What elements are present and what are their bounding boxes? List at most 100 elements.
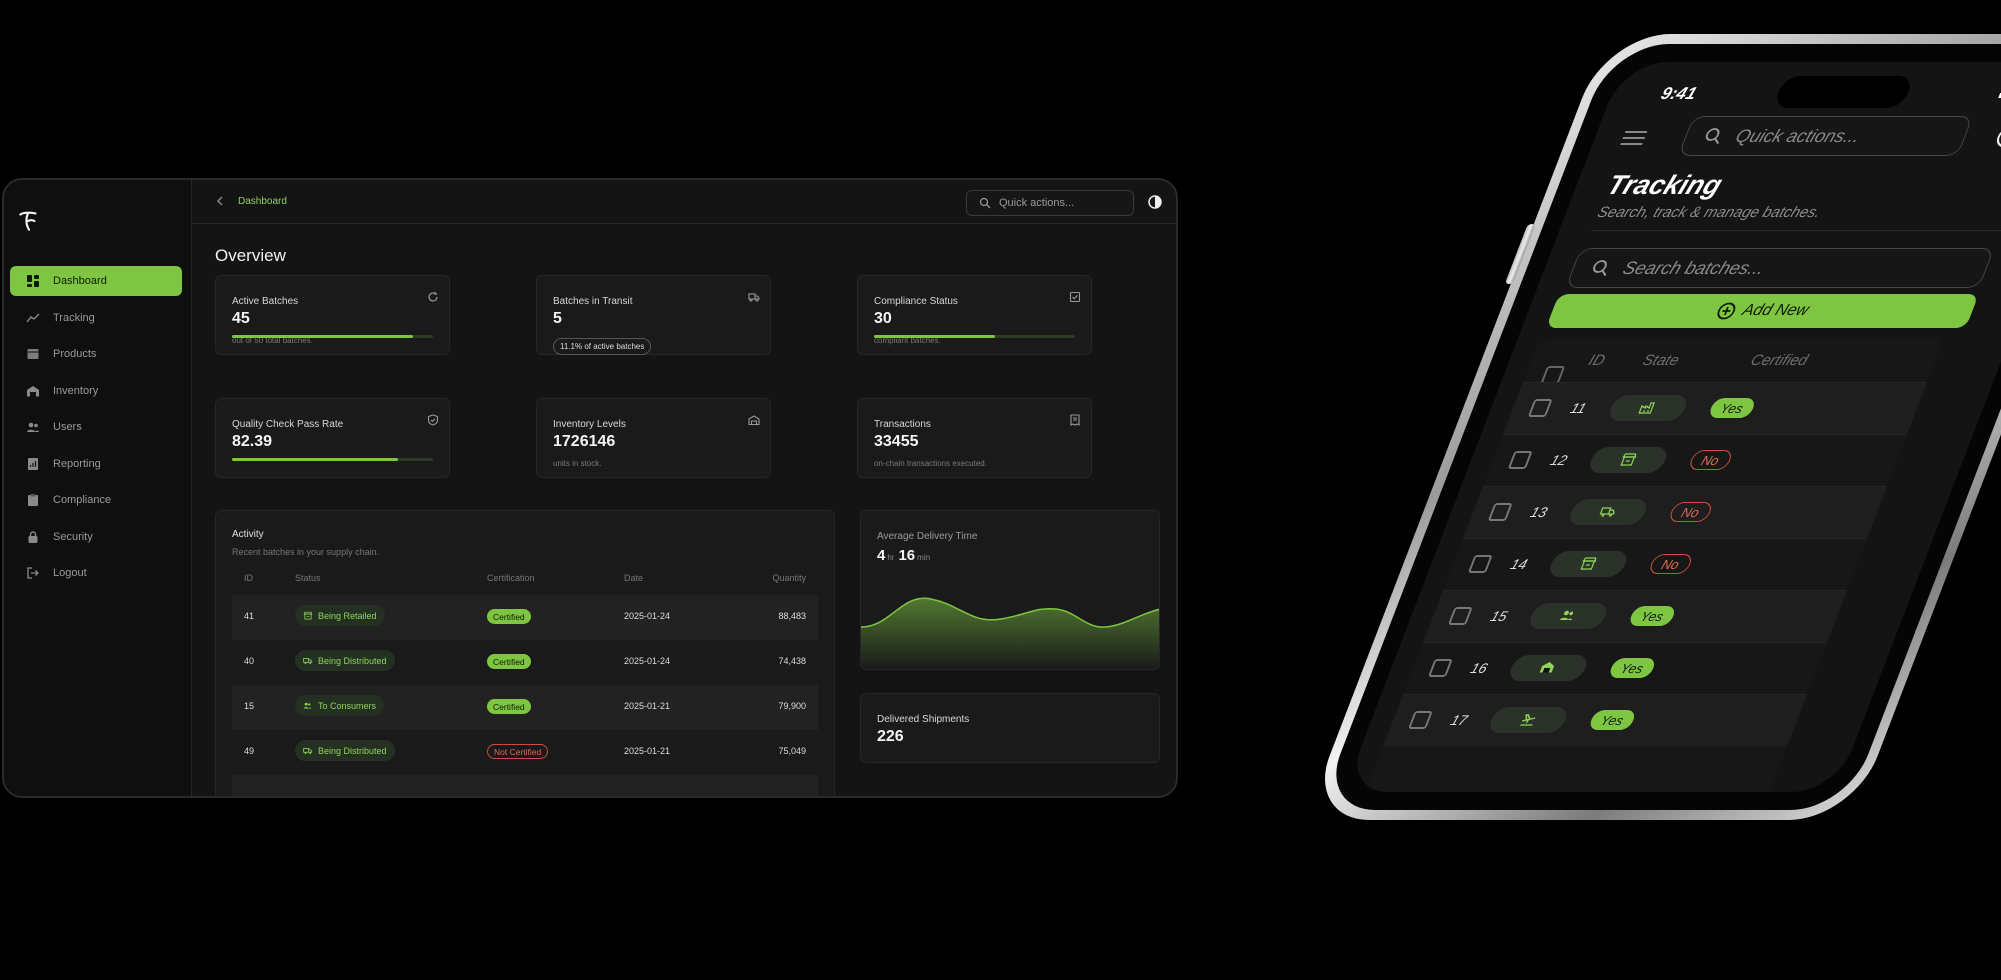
menu-icon[interactable] <box>1620 130 1648 146</box>
sidebar-item-tracking[interactable]: Tracking <box>10 303 182 333</box>
card-value: 5 <box>553 310 562 327</box>
table-row[interactable]: 11 Yes <box>1503 382 1928 434</box>
state-badge <box>1566 499 1651 525</box>
table-row[interactable]: 13 No <box>1463 486 1888 538</box>
card-compliance-status: Compliance Status 30 compliant batches. <box>857 275 1092 355</box>
chevron-left-icon[interactable] <box>214 195 226 207</box>
users-icon <box>1559 610 1574 620</box>
sidebar-item-reporting[interactable]: Reporting <box>10 449 182 479</box>
delivered-shipments-card: Delivered Shipments 226 <box>860 693 1160 763</box>
card-title: Quality Check Pass Rate <box>232 419 344 430</box>
row-date: 2025-01-24 <box>624 656 671 666</box>
sidebar-item-dashboard[interactable]: Dashboard <box>10 266 182 296</box>
grid-icon <box>27 275 39 287</box>
sidebar-item-inventory[interactable]: Inventory <box>10 376 182 406</box>
search-icon <box>1593 260 1607 277</box>
shipments-title: Delivered Shipments <box>877 714 970 725</box>
table-row[interactable]: 16 Yes <box>1403 642 1828 694</box>
add-new-label: Add New <box>1739 302 1812 319</box>
delivery-hours: 4 <box>877 547 886 564</box>
warehouse-icon <box>1539 662 1555 673</box>
status-label: Being Distributed <box>318 655 387 666</box>
phone-table-header: ID State Certified <box>1523 338 1944 384</box>
divider <box>1591 230 2001 231</box>
certified-badge: No <box>1647 554 1694 574</box>
table-row[interactable]: 41 Being Retailed Certified 2025-01-24 88,48… <box>232 595 818 640</box>
sidebar-item-label: Dashboard <box>53 275 107 287</box>
add-new-button[interactable]: Add New <box>1545 294 1979 328</box>
column-header-certification: Certification <box>487 573 535 583</box>
row-checkbox[interactable] <box>1427 659 1453 677</box>
sidebar-item-users[interactable]: Users <box>10 412 182 442</box>
activity-title: Activity <box>232 529 264 540</box>
phone-batch-search[interactable] <box>1565 248 1995 288</box>
row-id: 15 <box>1488 608 1510 624</box>
truck-icon <box>303 657 313 664</box>
sidebar-item-security[interactable]: Security <box>10 522 182 552</box>
column-header-id: ID <box>1586 352 1608 369</box>
row-id: 17 <box>1448 712 1471 728</box>
quick-actions-search[interactable] <box>966 190 1134 216</box>
table-row[interactable]: 40 Being Distributed Certified 2025-01-24 74… <box>232 640 818 685</box>
sidebar-item-logout[interactable]: Logout <box>10 558 182 588</box>
batch-search-input[interactable] <box>1619 257 1828 279</box>
delivery-minutes: 16 <box>898 547 916 564</box>
progress-fill <box>874 335 995 338</box>
card-transactions: Transactions 33455 on-chain transactions… <box>857 398 1092 478</box>
chart-line-icon <box>26 313 40 322</box>
delivery-minutes-unit: min <box>917 553 931 562</box>
phone-quick-actions-input[interactable] <box>1732 125 1941 147</box>
card-value: 33455 <box>874 433 919 450</box>
card-batches-in-transit: Batches in Transit 5 11.1% of active bat… <box>536 275 771 355</box>
sidebar-item-products[interactable]: Products <box>10 339 182 369</box>
row-checkbox[interactable] <box>1447 607 1473 625</box>
row-checkbox[interactable] <box>1507 451 1533 469</box>
certified-badge: Yes <box>1627 606 1677 626</box>
table-row[interactable]: 15 To Consumers Certified 2025-01-21 79,900 <box>232 685 818 730</box>
breadcrumb[interactable]: Dashboard <box>238 196 287 207</box>
table-row[interactable]: 14 No <box>1443 538 1868 590</box>
app-logo-icon <box>19 211 37 231</box>
store-icon <box>1620 453 1637 466</box>
certification-badge: Certified <box>487 609 531 624</box>
state-badge <box>1606 395 1691 421</box>
row-checkbox[interactable] <box>1527 399 1553 417</box>
delivery-title: Average Delivery Time <box>877 531 978 542</box>
sidebar-nav: Dashboard Tracking Products Inventory Users R… <box>10 266 182 595</box>
users-icon <box>303 702 312 708</box>
certified-badge: Yes <box>1607 658 1657 678</box>
row-quantity: 75,049 <box>778 746 806 756</box>
search-icon <box>1705 128 1720 145</box>
table-row[interactable]: 17 Yes <box>1383 694 1808 746</box>
column-header-state: State <box>1640 352 1682 369</box>
row-checkbox[interactable] <box>1407 711 1433 729</box>
row-id: 16 <box>1468 660 1490 676</box>
shield-check-icon <box>427 414 439 426</box>
quick-actions-input[interactable] <box>999 197 1119 209</box>
table-row[interactable]: 12 No <box>1483 434 1908 486</box>
plane-icon <box>1520 714 1536 726</box>
table-row[interactable] <box>232 775 818 796</box>
certified-badge: No <box>1687 450 1734 470</box>
card-value: 82.39 <box>232 433 273 450</box>
state-badge <box>1586 447 1671 473</box>
phone-page-subtitle: Search, track & manage batches. <box>1594 204 1824 221</box>
activity-table-header: ID Status Certification Date Quantity <box>232 573 818 589</box>
table-row[interactable]: 49 Being Distributed Not Certified 2025-01-… <box>232 730 818 775</box>
row-date: 2025-01-24 <box>624 611 671 621</box>
status-badge: Being Distributed <box>295 740 395 761</box>
phone-quick-actions[interactable] <box>1677 116 1974 156</box>
theme-toggle-icon[interactable] <box>1148 195 1162 209</box>
sidebar-item-label: Compliance <box>53 494 112 506</box>
clipboard-icon <box>28 494 38 506</box>
sidebar-item-compliance[interactable]: Compliance <box>10 485 182 515</box>
status-badge: Being Distributed <box>295 650 395 671</box>
card-title: Transactions <box>874 419 931 430</box>
certification-badge: Certified <box>487 699 531 714</box>
page-title: Overview <box>215 246 286 265</box>
row-checkbox[interactable] <box>1467 555 1493 573</box>
card-title: Inventory Levels <box>553 419 626 430</box>
theme-toggle-icon[interactable] <box>1993 126 2001 148</box>
table-row[interactable]: 15 Yes <box>1423 590 1848 642</box>
row-checkbox[interactable] <box>1487 503 1513 521</box>
